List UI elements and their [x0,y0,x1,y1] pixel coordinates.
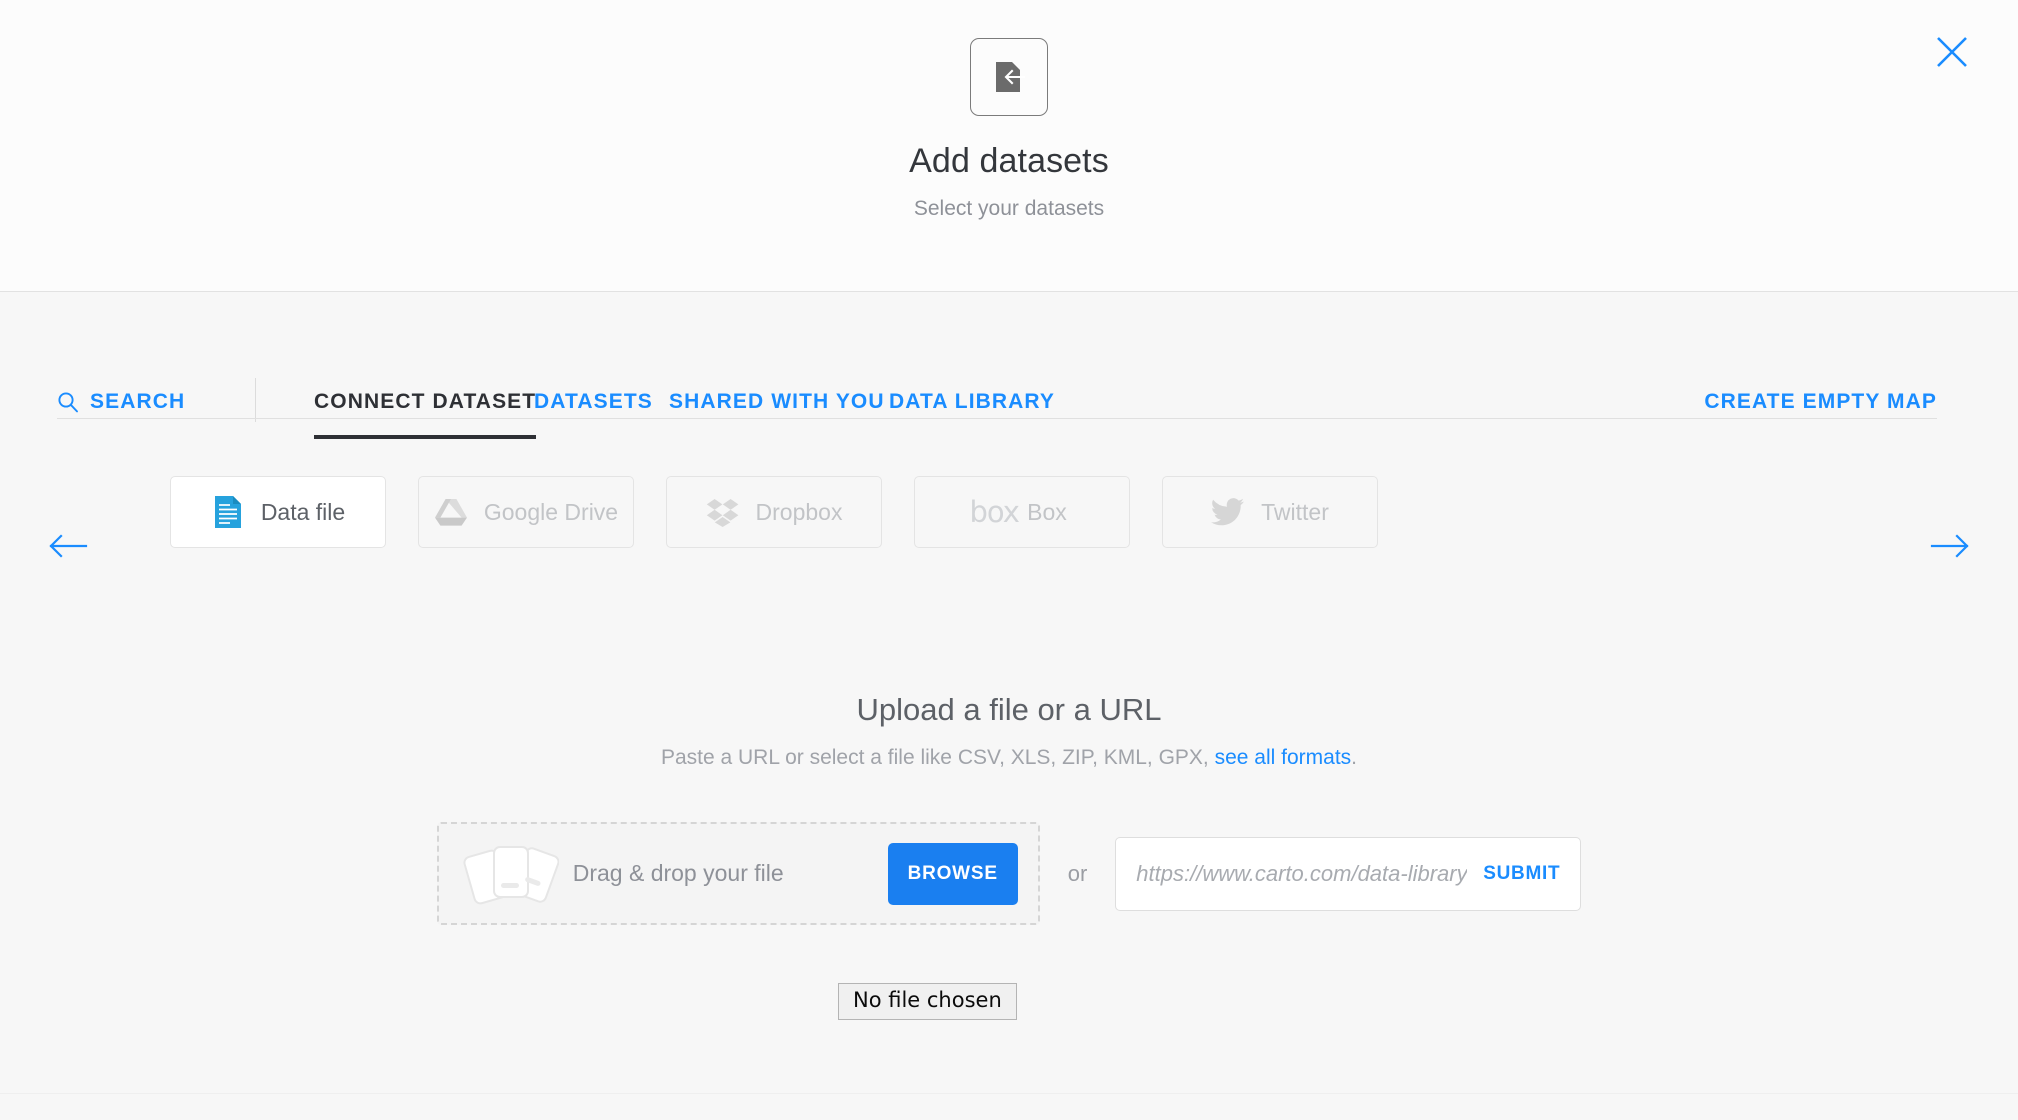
connector-card-twitter[interactable]: Twitter [1162,476,1378,548]
bottom-divider [0,1093,2018,1094]
see-all-formats-link[interactable]: see all formats [1215,746,1352,769]
dropbox-icon [706,495,740,529]
tab-bar: SEARCH CONNECT DATASET DATASETS SHARED W… [0,292,2018,442]
modal-header: Add datasets Select your datasets [0,0,2018,292]
box-icon: box [969,494,1019,529]
browse-button[interactable]: BROWSE [887,842,1018,905]
connector-card-twitter-label: Twitter [1261,498,1329,525]
connector-list: Data file Google Drive Dropbox box Box T… [170,476,1378,548]
carousel-next-button[interactable] [1927,523,1973,569]
connector-carousel: Data file Google Drive Dropbox box Box T… [0,476,2018,616]
upload-title: Upload a file or a URL [856,692,1162,727]
tab-connect-dataset-label: CONNECT DATASET [314,390,537,413]
tab-connect-dataset[interactable]: CONNECT DATASET [314,389,537,439]
tab-search-label: SEARCH [90,390,186,413]
tab-shared-with-you[interactable]: SHARED WITH YOU [669,389,885,415]
upload-row: Drag & drop your file BROWSE or SUBMIT [0,822,2018,925]
upload-subtitle-suffix: . [1351,746,1358,769]
search-icon [57,391,79,414]
tab-data-library[interactable]: DATA LIBRARY [889,389,1055,415]
connector-card-dropbox[interactable]: Dropbox [666,476,882,548]
or-separator-label: or [1067,860,1088,886]
tab-search[interactable]: SEARCH [57,389,185,415]
connector-card-box[interactable]: box Box [914,476,1130,548]
tab-divider [255,378,256,422]
import-file-icon [970,38,1048,116]
close-button[interactable] [1928,28,1976,76]
connector-card-google-drive[interactable]: Google Drive [418,476,634,548]
no-file-chosen-tooltip: No file chosen [838,983,1017,1021]
close-icon [1935,35,1969,69]
tab-datasets[interactable]: DATASETS [534,389,653,415]
page-subtitle: Select your datasets [913,197,1105,220]
file-dropzone[interactable]: Drag & drop your file BROWSE [436,822,1040,925]
connector-card-data-file-label: Data file [260,498,346,525]
data-file-icon [211,495,245,529]
upload-subtitle-prefix: Paste a URL or select a file like CSV, X… [660,746,1215,769]
arrow-left-icon [48,533,88,559]
url-input-group: SUBMIT [1115,836,1582,911]
google-drive-icon [434,495,468,529]
connector-card-box-label: Box [1027,498,1067,525]
tab-datasets-label: DATASETS [534,390,653,413]
create-empty-map-label: CREATE EMPTY MAP [1704,390,1937,413]
url-input[interactable] [1134,859,1470,888]
tab-data-library-label: DATA LIBRARY [889,390,1056,413]
connector-card-dropbox-label: Dropbox [755,498,843,525]
connector-card-google-drive-label: Google Drive [483,498,619,525]
tab-bar-rule [57,418,1937,419]
submit-button[interactable]: SUBMIT [1483,863,1560,885]
tab-shared-with-you-label: SHARED WITH YOU [669,390,885,413]
files-stack-icon [463,839,559,909]
create-empty-map-button[interactable]: CREATE EMPTY MAP [1704,389,1937,415]
dropzone-label: Drag & drop your file [572,860,784,886]
active-tab-underline [314,435,537,439]
upload-subtitle: Paste a URL or select a file like CSV, X… [0,746,2018,770]
connector-card-data-file[interactable]: Data file [170,476,386,548]
carousel-prev-button[interactable] [45,523,91,569]
arrow-right-icon [1930,533,1970,559]
page-title: Add datasets [909,142,1109,180]
twitter-icon [1211,495,1245,529]
